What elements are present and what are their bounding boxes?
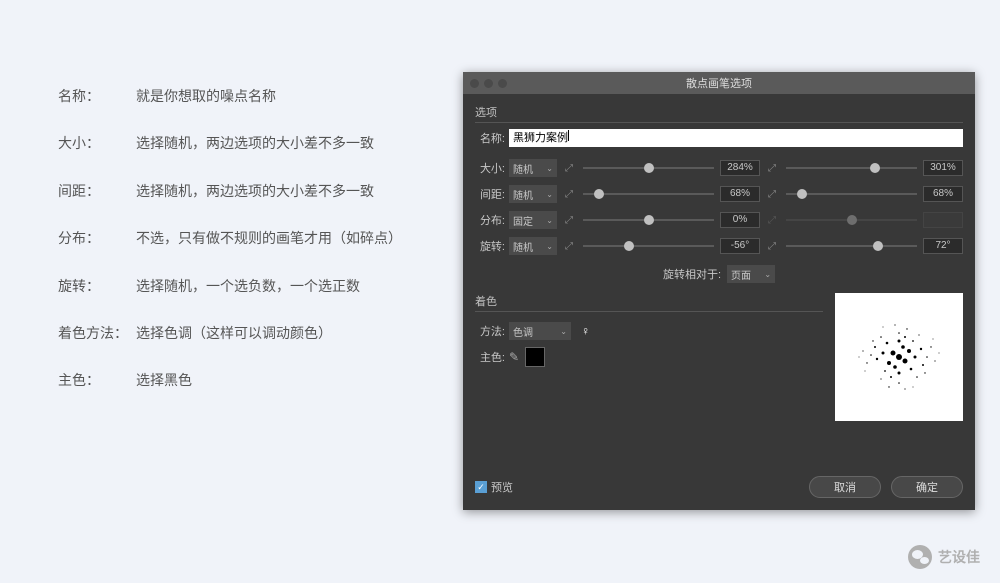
dialog-title: 散点画笔选项 xyxy=(463,75,975,91)
expl-text: 就是你想取的噪点名称 xyxy=(136,85,276,107)
size-mode-dropdown[interactable]: 随机⌄ xyxy=(509,159,557,177)
chevron-down-icon: ⌄ xyxy=(546,242,553,251)
expl-label: 大小： xyxy=(58,132,136,154)
spacing-value-2[interactable]: 68% xyxy=(923,186,963,202)
expl-label: 着色方法： xyxy=(58,322,136,344)
flip-icon[interactable]: ⤢ xyxy=(565,215,573,226)
rotation-slider-2[interactable] xyxy=(786,245,917,247)
flip-icon[interactable]: ⤢ xyxy=(768,163,776,174)
spacing-value-1[interactable]: 68% xyxy=(720,186,760,202)
preview-checkbox[interactable]: ✓ xyxy=(475,481,487,493)
rotation-slider-1[interactable] xyxy=(583,245,714,247)
titlebar[interactable]: 散点画笔选项 xyxy=(463,72,975,94)
chevron-down-icon: ⌄ xyxy=(546,216,553,225)
size-slider-2[interactable] xyxy=(786,167,917,169)
scatter-brush-options-dialog: 散点画笔选项 选项 名称: 黑狮力案例 大小: 随机⌄ ⤢ 284% ⤢ 301… xyxy=(463,72,975,510)
expl-text: 不选，只有做不规则的画笔才用（如碎点） xyxy=(136,227,402,249)
size-label: 大小: xyxy=(475,160,505,176)
size-row: 大小: 随机⌄ ⤢ 284% ⤢ 301% xyxy=(475,155,963,181)
watermark-text: 艺设佳 xyxy=(938,547,980,567)
spacing-slider-2[interactable] xyxy=(786,193,917,195)
rotation-relative-label: 旋转相对于: xyxy=(663,266,721,282)
expl-label: 主色： xyxy=(58,369,136,391)
scatter-value-1[interactable]: 0% xyxy=(720,212,760,228)
expl-text: 选择随机，一个选负数，一个选正数 xyxy=(136,275,360,297)
scatter-mode-dropdown[interactable]: 固定⌄ xyxy=(509,211,557,229)
chevron-down-icon: ⌄ xyxy=(546,164,553,173)
bulb-icon[interactable]: ♀ xyxy=(581,324,590,338)
size-value-2[interactable]: 301% xyxy=(923,160,963,176)
rotation-value-2[interactable]: 72° xyxy=(923,238,963,254)
rotation-relative-dropdown[interactable]: 页面⌄ xyxy=(727,265,775,283)
name-label: 名称: xyxy=(475,130,505,146)
expl-label: 分布： xyxy=(58,227,136,249)
rotation-row: 旋转: 随机⌄ ⤢ -56° ⤢ 72° xyxy=(475,233,963,259)
flip-icon[interactable]: ⤢ xyxy=(565,189,573,200)
expl-text: 选择随机，两边选项的大小差不多一致 xyxy=(136,180,374,202)
rotation-label: 旋转: xyxy=(475,238,505,254)
scatter-value-2 xyxy=(923,212,963,228)
expl-text: 选择黑色 xyxy=(136,369,192,391)
spacing-row: 间距: 随机⌄ ⤢ 68% ⤢ 68% xyxy=(475,181,963,207)
flip-icon[interactable]: ⤢ xyxy=(768,189,776,200)
spacing-mode-dropdown[interactable]: 随机⌄ xyxy=(509,185,557,203)
method-label: 方法: xyxy=(475,323,505,339)
spacing-label: 间距: xyxy=(475,186,505,202)
scatter-slider-2 xyxy=(786,219,917,221)
expl-label: 旋转： xyxy=(58,275,136,297)
flip-icon[interactable]: ⤢ xyxy=(768,241,776,252)
brush-preview xyxy=(835,293,963,421)
cancel-button[interactable]: 取消 xyxy=(809,476,881,498)
chevron-down-icon: ⌄ xyxy=(764,270,771,279)
expl-label: 间距： xyxy=(58,180,136,202)
maincolor-label: 主色: xyxy=(475,349,505,365)
eyedropper-icon[interactable]: ✎ xyxy=(509,350,519,364)
size-value-1[interactable]: 284% xyxy=(720,160,760,176)
coloring-section-label: 着色 xyxy=(475,293,823,312)
flip-icon[interactable]: ⤢ xyxy=(565,241,573,252)
rotation-mode-dropdown[interactable]: 随机⌄ xyxy=(509,237,557,255)
size-slider-1[interactable] xyxy=(583,167,714,169)
scatter-label: 分布: xyxy=(475,212,505,228)
preview-label: 预览 xyxy=(491,479,513,495)
options-section-label: 选项 xyxy=(475,104,963,123)
watermark: 艺设佳 xyxy=(908,545,980,569)
chevron-down-icon: ⌄ xyxy=(546,190,553,199)
spacing-slider-1[interactable] xyxy=(583,193,714,195)
expl-text: 选择随机，两边选项的大小差不多一致 xyxy=(136,132,374,154)
wechat-icon xyxy=(908,545,932,569)
maincolor-swatch[interactable] xyxy=(525,347,545,367)
name-input[interactable]: 黑狮力案例 xyxy=(509,129,963,147)
chevron-down-icon: ⌄ xyxy=(560,327,567,336)
flip-icon: ⤢ xyxy=(768,215,776,226)
explanation-panel: 名称：就是你想取的噪点名称 大小：选择随机，两边选项的大小差不多一致 间距：选择… xyxy=(58,85,438,417)
ok-button[interactable]: 确定 xyxy=(891,476,963,498)
scatter-slider-1[interactable] xyxy=(583,219,714,221)
expl-label: 名称： xyxy=(58,85,136,107)
method-dropdown[interactable]: 色调⌄ xyxy=(509,322,571,340)
rotation-value-1[interactable]: -56° xyxy=(720,238,760,254)
scatter-row: 分布: 固定⌄ ⤢ 0% ⤢ xyxy=(475,207,963,233)
flip-icon[interactable]: ⤢ xyxy=(565,163,573,174)
expl-text: 选择色调（这样可以调动颜色） xyxy=(136,322,332,344)
